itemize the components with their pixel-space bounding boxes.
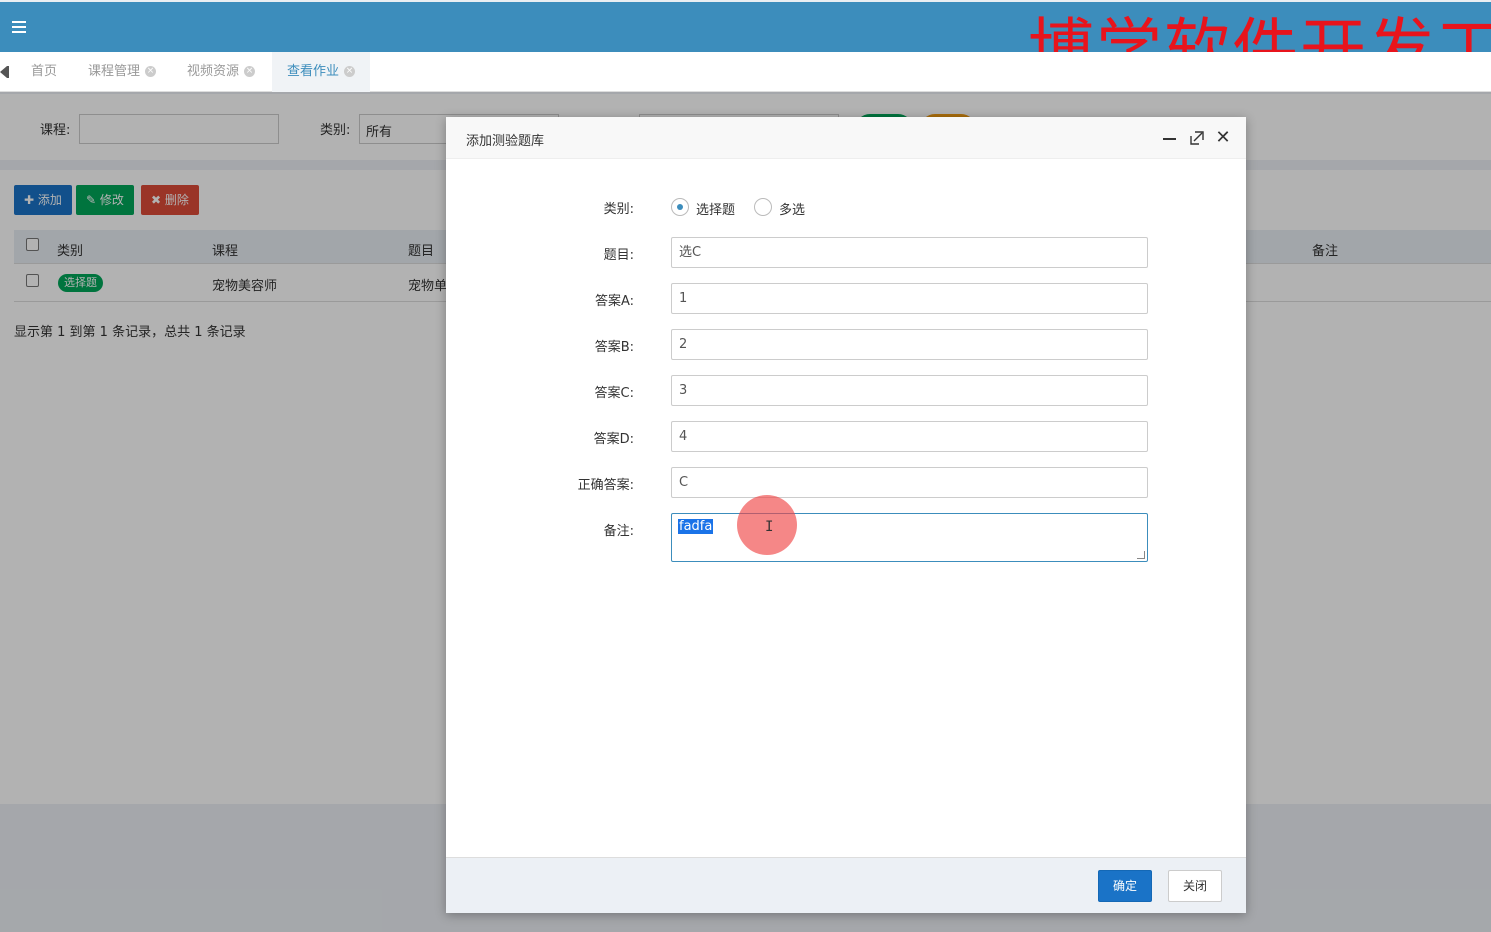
tab-label: 首页 bbox=[31, 64, 58, 79]
dialog-footer: 确定 关闭 bbox=[446, 857, 1246, 913]
answer-a-label: 答案A: bbox=[594, 294, 634, 309]
correct-answer-input[interactable]: C bbox=[671, 467, 1148, 498]
remark-label: 备注: bbox=[603, 524, 634, 539]
maximize-icon[interactable] bbox=[1189, 130, 1205, 146]
tab-course-management[interactable]: 课程管理 × bbox=[73, 52, 171, 92]
top-navbar: 博学软件开发工 bbox=[0, 0, 1491, 52]
radio-single-choice[interactable] bbox=[671, 198, 689, 216]
answer-d-input[interactable]: 4 bbox=[671, 421, 1148, 452]
answer-b-label: 答案B: bbox=[594, 340, 634, 355]
remark-selected-text: fadfa bbox=[678, 519, 714, 534]
tab-home[interactable]: 首页 bbox=[16, 52, 72, 92]
question-input[interactable]: 选C bbox=[671, 237, 1148, 268]
minimize-icon[interactable] bbox=[1162, 130, 1178, 146]
category-label: 类别: bbox=[603, 202, 634, 217]
dialog-header[interactable]: 添加测验题库 ✕ bbox=[446, 117, 1246, 159]
answer-b-input[interactable]: 2 bbox=[671, 329, 1148, 360]
close-icon[interactable]: ✕ bbox=[1215, 129, 1231, 147]
answer-c-input[interactable]: 3 bbox=[671, 375, 1148, 406]
radio-single-choice-label[interactable]: 选择题 bbox=[696, 199, 735, 218]
radio-multi-choice[interactable] bbox=[754, 198, 772, 216]
tab-bar: 首页 课程管理 × 视频资源 × 查看作业 × bbox=[0, 52, 1491, 92]
tab-video-resources[interactable]: 视频资源 × bbox=[172, 52, 270, 92]
tab-close-icon[interactable]: × bbox=[344, 66, 356, 77]
close-button[interactable]: 关闭 bbox=[1168, 870, 1223, 902]
radio-multi-choice-label[interactable]: 多选 bbox=[779, 199, 805, 218]
tab-close-icon[interactable]: × bbox=[145, 66, 157, 77]
tab-view-homework[interactable]: 查看作业 × bbox=[272, 52, 371, 92]
confirm-button[interactable]: 确定 bbox=[1098, 870, 1153, 902]
answer-d-label: 答案D: bbox=[593, 432, 634, 447]
answer-a-input[interactable]: 1 bbox=[671, 283, 1148, 314]
add-quiz-dialog: 添加测验题库 ✕ 类别: 选择题 多选 题目: 选C 答案A: 1 答案B: 2… bbox=[446, 117, 1246, 913]
watermark-text: 博学软件开发工 bbox=[1028, 11, 1491, 52]
tab-scroll-left-bar bbox=[7, 66, 9, 78]
tab-close-icon[interactable]: × bbox=[244, 66, 256, 77]
text-cursor-icon: I bbox=[765, 519, 774, 535]
tab-label: 视频资源 bbox=[187, 64, 240, 79]
dialog-title: 添加测验题库 bbox=[466, 134, 545, 149]
tab-label: 查看作业 bbox=[287, 64, 340, 79]
correct-answer-label: 正确答案: bbox=[577, 478, 634, 493]
resize-handle-icon[interactable] bbox=[1137, 551, 1145, 559]
answer-c-label: 答案C: bbox=[594, 386, 634, 401]
question-label: 题目: bbox=[603, 248, 634, 263]
tab-scroll-left-icon[interactable] bbox=[0, 66, 7, 78]
tab-label: 课程管理 bbox=[88, 64, 141, 79]
hamburger-menu-icon[interactable] bbox=[12, 21, 26, 33]
